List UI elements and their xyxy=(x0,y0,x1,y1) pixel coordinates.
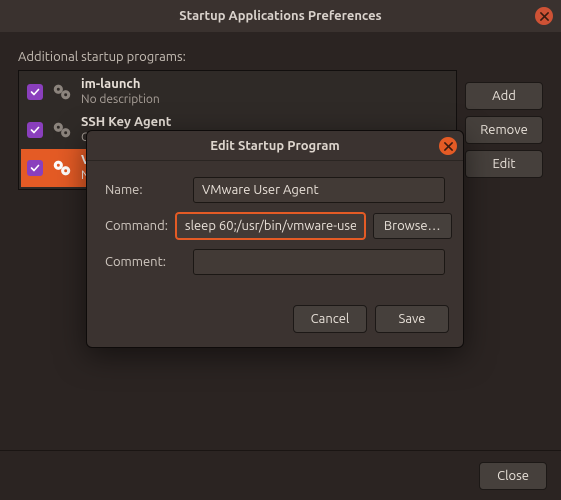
item-desc: No description xyxy=(81,93,160,107)
gears-icon xyxy=(51,157,73,179)
section-label: Additional startup programs: xyxy=(18,50,543,64)
name-input[interactable] xyxy=(193,177,445,203)
dialog-close-button[interactable] xyxy=(439,137,457,155)
dialog-title: Edit Startup Program xyxy=(210,139,339,153)
window-close-button[interactable] xyxy=(535,7,553,25)
checkbox-checked[interactable] xyxy=(27,84,43,100)
close-icon xyxy=(540,7,549,25)
close-button[interactable]: Close xyxy=(479,462,547,490)
comment-label: Comment: xyxy=(105,255,185,269)
browse-button[interactable]: Browse… xyxy=(373,213,452,239)
add-button[interactable]: Add xyxy=(465,82,543,110)
edit-button[interactable]: Edit xyxy=(465,150,543,178)
edit-startup-dialog: Edit Startup Program Name: Command: Brow… xyxy=(86,130,464,348)
dialog-header: Edit Startup Program xyxy=(87,131,463,161)
item-name: SSH Key Agent xyxy=(81,115,171,131)
checkbox-checked[interactable] xyxy=(27,122,43,138)
checkbox-checked[interactable] xyxy=(27,160,43,176)
name-label: Name: xyxy=(105,183,185,197)
command-input[interactable] xyxy=(176,213,365,239)
command-label: Command: xyxy=(105,219,168,233)
gears-icon xyxy=(51,81,73,103)
close-icon xyxy=(444,137,453,155)
side-button-column: Add Remove Edit xyxy=(465,82,543,178)
window-titlebar: Startup Applications Preferences xyxy=(0,0,561,32)
window-footer: Close xyxy=(0,450,561,500)
list-item[interactable]: im-launch No description xyxy=(21,73,454,111)
cancel-button[interactable]: Cancel xyxy=(293,305,367,333)
save-button[interactable]: Save xyxy=(375,305,449,333)
item-name: im-launch xyxy=(81,77,160,93)
window-title: Startup Applications Preferences xyxy=(179,9,381,23)
gears-icon xyxy=(51,119,73,141)
comment-input[interactable] xyxy=(193,249,445,275)
remove-button[interactable]: Remove xyxy=(465,116,543,144)
